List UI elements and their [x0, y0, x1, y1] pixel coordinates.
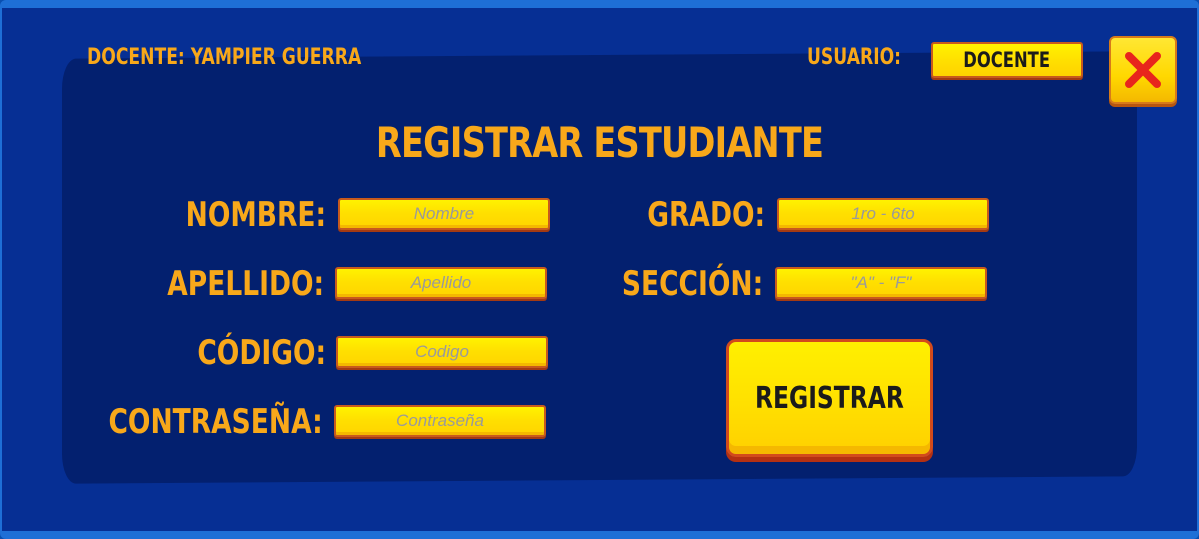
seccion-label: SECCIÓN:: [621, 264, 763, 304]
close-x-icon: [1125, 52, 1161, 88]
register-button[interactable]: REGISTRAR: [726, 339, 933, 457]
contrasena-field[interactable]: [334, 405, 546, 437]
apellido-input[interactable]: [337, 268, 545, 298]
codigo-label: CÓDIGO:: [197, 333, 326, 373]
user-role-value: DOCENTE: [963, 48, 1051, 72]
contrasena-label: CONTRASEÑA:: [108, 402, 323, 442]
grado-field[interactable]: [777, 198, 989, 230]
user-role-badge: DOCENTE: [931, 42, 1083, 78]
grado-label: GRADO:: [647, 195, 765, 235]
teacher-name: DOCENTE: YAMPIER GUERRA: [87, 45, 362, 70]
grado-input[interactable]: [779, 199, 987, 229]
apellido-label: APELLIDO:: [167, 264, 324, 304]
nombre-input[interactable]: [340, 199, 548, 229]
nombre-label: NOMBRE:: [185, 195, 326, 235]
close-button[interactable]: [1109, 36, 1177, 104]
seccion-input[interactable]: [777, 268, 985, 298]
contrasena-input[interactable]: [336, 406, 544, 436]
page-title: REGISTRAR ESTUDIANTE: [375, 118, 824, 167]
user-label: USUARIO:: [807, 45, 902, 70]
codigo-input[interactable]: [338, 337, 546, 367]
nombre-field[interactable]: [338, 198, 550, 230]
register-button-label: REGISTRAR: [755, 380, 904, 416]
apellido-field[interactable]: [335, 267, 547, 299]
codigo-field[interactable]: [336, 336, 548, 368]
seccion-field[interactable]: [775, 267, 987, 299]
